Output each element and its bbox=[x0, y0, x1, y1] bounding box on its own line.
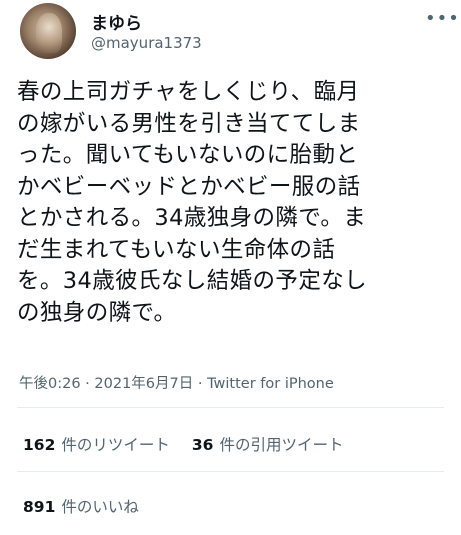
meta-separator: · bbox=[80, 376, 95, 392]
display-name[interactable]: まゆら bbox=[91, 9, 142, 34]
likes-label: 件のいいね bbox=[61, 498, 139, 516]
tweet-source[interactable]: Twitter for iPhone bbox=[207, 376, 334, 392]
divider bbox=[17, 471, 444, 472]
tweet-time[interactable]: 午後0:26 bbox=[19, 376, 81, 392]
divider bbox=[17, 407, 444, 408]
user-handle[interactable]: @mayura1373 bbox=[91, 34, 202, 52]
tweet-text-line: の独身の隣で。 bbox=[17, 299, 177, 326]
quotes-count: 36 bbox=[191, 436, 214, 454]
likes-count: 891 bbox=[23, 498, 56, 516]
retweets-count: 162 bbox=[23, 436, 56, 454]
tweet-text-line: 春の上司ガチャをしくじり、臨月 bbox=[17, 79, 360, 105]
tweet-text-line: だ生まれてもいない生命体の話 bbox=[17, 236, 336, 263]
tweet-text: 春の上司ガチャをしくじり、臨月 の嫁がいる男性を引き当ててしま った。聞いてもいない… bbox=[17, 77, 447, 329]
quotes-stat[interactable]: 36 件の引用ツイート bbox=[192, 436, 344, 454]
avatar-figure bbox=[36, 13, 62, 53]
avatar[interactable] bbox=[20, 3, 76, 59]
tweet-date[interactable]: 2021年6月7日 bbox=[94, 376, 193, 392]
tweet-text-line: を。34歳彼氏なし結婚の予定なし bbox=[17, 268, 368, 294]
quotes-label: 件の引用ツイート bbox=[219, 436, 344, 454]
tweet-text-line: とかされる。34歳独身の隣で。ま bbox=[17, 205, 367, 231]
likes-stat[interactable]: 891 件のいいね bbox=[23, 498, 139, 516]
meta-separator: · bbox=[193, 376, 208, 392]
tweet-text-line: の嫁がいる男性を引き当ててしま bbox=[17, 110, 361, 137]
likes-row: 891 件のいいね bbox=[23, 495, 139, 517]
tweet-meta: 午後0:26 · 2021年6月7日 · Twitter for iPhone bbox=[19, 372, 334, 393]
more-dots-icon[interactable]: ••• bbox=[425, 10, 460, 28]
tweet-text-line: った。聞いてもいないのに胎動と bbox=[17, 142, 359, 168]
retweets-label: 件のリツイート bbox=[61, 436, 170, 454]
tweet-card: まゆら @mayura1373 ••• 春の上司ガチャをしくじり、臨月 の嫁がいる… bbox=[0, 0, 461, 535]
engagement-stats: 162 件のリツイート 36 件の引用ツイート bbox=[23, 433, 343, 455]
retweets-stat[interactable]: 162 件のリツイート bbox=[23, 436, 170, 454]
tweet-text-line: かベビーベッドとかベビー服の話 bbox=[17, 173, 361, 200]
